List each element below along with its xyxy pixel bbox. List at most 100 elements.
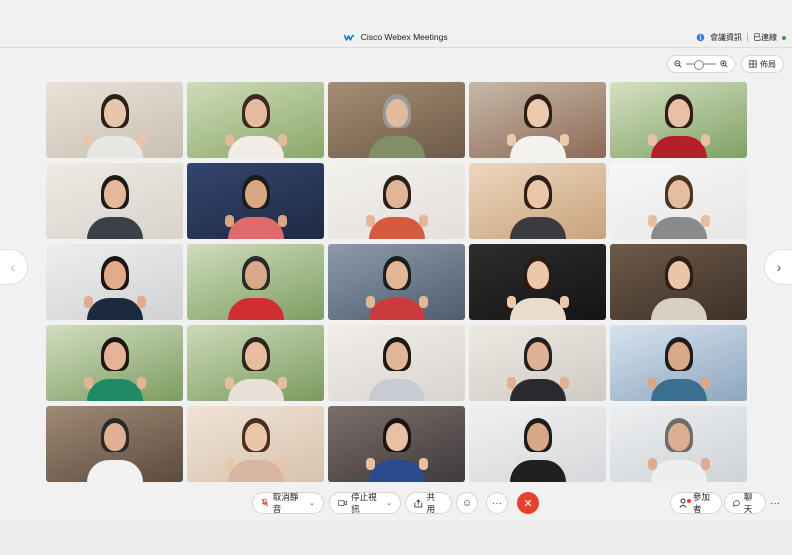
participant-video-tile[interactable] bbox=[187, 406, 324, 482]
participant-figure bbox=[493, 250, 583, 320]
end-call-button[interactable]: ✕ bbox=[517, 492, 539, 514]
participant-face bbox=[526, 342, 549, 370]
participant-shirt bbox=[509, 217, 566, 239]
participant-video-tile[interactable] bbox=[46, 163, 183, 239]
participant-video-tile[interactable] bbox=[187, 82, 324, 158]
participant-video-grid bbox=[46, 82, 747, 482]
participant-video-tile[interactable] bbox=[46, 325, 183, 401]
participant-video-tile[interactable] bbox=[328, 244, 465, 320]
reactions-button[interactable]: ☺ bbox=[456, 492, 478, 514]
participant-shirt bbox=[650, 298, 707, 320]
participant-video-tile[interactable] bbox=[469, 244, 606, 320]
participant-shirt bbox=[650, 136, 707, 158]
more-options-button[interactable]: ··· bbox=[486, 492, 508, 514]
participants-icon-wrap bbox=[679, 498, 691, 508]
participant-video-tile[interactable] bbox=[469, 406, 606, 482]
thumbs-up-hand bbox=[365, 296, 375, 308]
participant-face bbox=[385, 261, 408, 289]
video-camera-icon bbox=[338, 500, 347, 506]
participant-video-tile[interactable] bbox=[46, 244, 183, 320]
participant-video-tile[interactable] bbox=[610, 163, 747, 239]
participant-video-tile[interactable] bbox=[46, 82, 183, 158]
participant-figure bbox=[493, 331, 583, 401]
next-page-button[interactable]: › bbox=[764, 249, 792, 285]
zoom-slider[interactable] bbox=[686, 60, 716, 70]
participant-video-tile[interactable] bbox=[469, 82, 606, 158]
thumbs-up-hand bbox=[700, 377, 710, 389]
zoom-control[interactable] bbox=[667, 55, 735, 73]
participant-shirt bbox=[509, 136, 566, 158]
participant-figure bbox=[352, 88, 442, 158]
view-toolbar: 佈局 bbox=[667, 55, 784, 73]
thumbs-up-hand bbox=[647, 458, 657, 470]
chevron-left-icon: ‹ bbox=[10, 259, 16, 275]
participant-video-tile[interactable] bbox=[610, 325, 747, 401]
participants-button[interactable]: 參加者 bbox=[670, 492, 722, 514]
participant-figure bbox=[211, 169, 301, 239]
participant-face bbox=[244, 342, 267, 370]
thumbs-up-hand bbox=[224, 134, 234, 146]
chat-button[interactable]: 聊天 bbox=[724, 492, 766, 514]
participant-figure bbox=[70, 250, 160, 320]
more-panels-button[interactable]: ··· bbox=[764, 492, 786, 514]
participant-figure bbox=[634, 412, 724, 482]
share-icon bbox=[414, 498, 423, 507]
bottom-margin bbox=[0, 520, 792, 555]
participant-shirt bbox=[86, 217, 143, 239]
participant-video-tile[interactable] bbox=[610, 406, 747, 482]
participant-face bbox=[244, 261, 267, 289]
participant-figure bbox=[211, 250, 301, 320]
layout-label: 佈局 bbox=[760, 59, 776, 69]
participant-shirt bbox=[368, 217, 425, 239]
participant-face bbox=[526, 99, 549, 127]
webex-logo-icon bbox=[344, 34, 355, 41]
chevron-down-icon[interactable]: ⌄ bbox=[309, 499, 315, 507]
participant-shirt bbox=[650, 217, 707, 239]
unmute-button[interactable]: 取消靜音 ⌄ bbox=[252, 492, 324, 514]
participants-label: 參加者 bbox=[693, 492, 711, 514]
participant-video-tile[interactable] bbox=[469, 325, 606, 401]
chevron-down-icon[interactable]: ⌄ bbox=[386, 499, 392, 507]
layout-button[interactable]: 佈局 bbox=[741, 55, 784, 73]
participant-shirt bbox=[86, 298, 143, 320]
thumbs-up-hand bbox=[647, 215, 657, 227]
participant-video-tile[interactable] bbox=[187, 244, 324, 320]
thumbs-up-hand bbox=[418, 296, 428, 308]
participant-video-tile[interactable] bbox=[328, 82, 465, 158]
participant-shirt bbox=[368, 379, 425, 401]
zoom-out-icon[interactable] bbox=[674, 60, 682, 68]
participant-video-tile[interactable] bbox=[610, 244, 747, 320]
participant-video-tile[interactable] bbox=[328, 163, 465, 239]
participant-figure bbox=[352, 169, 442, 239]
participant-figure bbox=[634, 88, 724, 158]
participant-face bbox=[244, 423, 267, 451]
participant-video-tile[interactable] bbox=[610, 82, 747, 158]
thumbs-up-hand bbox=[418, 215, 428, 227]
thumbs-up-hand bbox=[136, 377, 146, 389]
participant-video-tile[interactable] bbox=[469, 163, 606, 239]
thumbs-up-hand bbox=[136, 134, 146, 146]
meeting-info-link[interactable]: 會議資訊 bbox=[710, 32, 742, 43]
participant-shirt bbox=[227, 217, 284, 239]
participant-face bbox=[667, 180, 690, 208]
stop-video-button[interactable]: 停止視訊 ⌄ bbox=[329, 492, 401, 514]
participant-figure bbox=[634, 169, 724, 239]
thumbs-up-hand bbox=[418, 458, 428, 470]
muted-mic-icon bbox=[261, 498, 269, 507]
participant-video-tile[interactable] bbox=[187, 325, 324, 401]
notification-badge bbox=[687, 499, 691, 503]
participant-video-tile[interactable] bbox=[46, 406, 183, 482]
previous-page-button[interactable]: ‹ bbox=[0, 249, 28, 285]
participant-figure bbox=[211, 412, 301, 482]
thumbs-up-hand bbox=[559, 377, 569, 389]
share-label: 共用 bbox=[426, 492, 436, 514]
participant-video-tile[interactable] bbox=[328, 406, 465, 482]
zoom-slider-knob[interactable] bbox=[694, 60, 704, 70]
participant-figure bbox=[352, 412, 442, 482]
share-button[interactable]: 共用 bbox=[405, 492, 452, 514]
participant-video-tile[interactable] bbox=[328, 325, 465, 401]
zoom-in-icon[interactable] bbox=[720, 60, 728, 68]
header-status: 會議資訊 已連線 bbox=[696, 32, 786, 43]
info-shield-icon bbox=[696, 33, 705, 42]
participant-video-tile[interactable] bbox=[187, 163, 324, 239]
